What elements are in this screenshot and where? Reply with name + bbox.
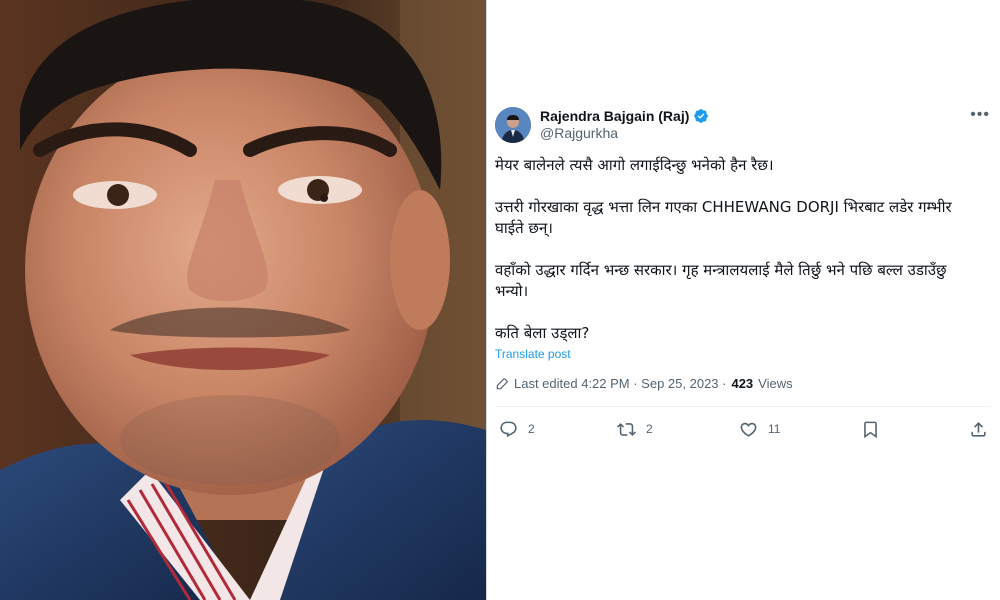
pencil-edit-icon xyxy=(496,377,508,389)
author-name-row[interactable]: Rajendra Bajgain (Raj) xyxy=(540,107,709,125)
portrait-illustration xyxy=(0,0,486,600)
views-count: 423 xyxy=(731,376,754,391)
author-display-name[interactable]: Rajendra Bajgain (Raj) xyxy=(540,108,689,124)
reply-count: 2 xyxy=(528,422,535,436)
reply-button[interactable]: 2 xyxy=(499,416,535,442)
repost-count: 2 xyxy=(646,422,653,436)
tweet-text: मेयर बालेनले त्यसै आगो लगाईदिन्छु भनेको … xyxy=(495,155,971,344)
translate-post-link[interactable]: Translate post xyxy=(495,347,571,361)
share-icon xyxy=(971,421,986,437)
tweet-paragraph: मेयर बालेनले त्यसै आगो लगाईदिन्छु भनेको … xyxy=(495,156,774,174)
views-label: Views xyxy=(758,376,793,391)
like-count: 11 xyxy=(768,422,781,436)
tweet-paragraph: वहाँको उद्धार गर्दिन भन्छ सरकार। गृह मन्… xyxy=(495,261,952,300)
repost-icon xyxy=(617,422,636,436)
more-options-icon[interactable]: ••• xyxy=(970,106,990,124)
author-handle[interactable]: @Rajgurkha xyxy=(540,125,618,141)
edited-timestamp[interactable]: Last edited 4:22 PM · Sep 25, 2023 · xyxy=(514,376,726,391)
tweet-meta: Last edited 4:22 PM · Sep 25, 2023 · 423… xyxy=(495,376,793,391)
verified-badge-icon xyxy=(694,109,709,123)
bookmark-icon xyxy=(864,421,877,438)
author-avatar[interactable] xyxy=(495,107,531,143)
tweet-actions: 2 2 11 xyxy=(495,416,988,442)
tweet-card: Rajendra Bajgain (Raj) @Rajgurkha ••• मे… xyxy=(487,0,1000,600)
repost-button[interactable]: 2 xyxy=(617,416,653,442)
actions-divider xyxy=(495,406,991,407)
profile-photo xyxy=(0,0,486,600)
tweet-paragraph: कति बेला उड्ला? xyxy=(495,324,590,342)
like-button[interactable]: 11 xyxy=(739,416,780,442)
heart-icon xyxy=(740,422,757,437)
share-button[interactable] xyxy=(969,416,988,442)
bookmark-button[interactable] xyxy=(861,416,880,442)
reply-icon xyxy=(500,421,517,437)
tweet-paragraph: उत्तरी गोरखाका वृद्ध भत्ता लिन गएका CHHE… xyxy=(495,198,957,237)
